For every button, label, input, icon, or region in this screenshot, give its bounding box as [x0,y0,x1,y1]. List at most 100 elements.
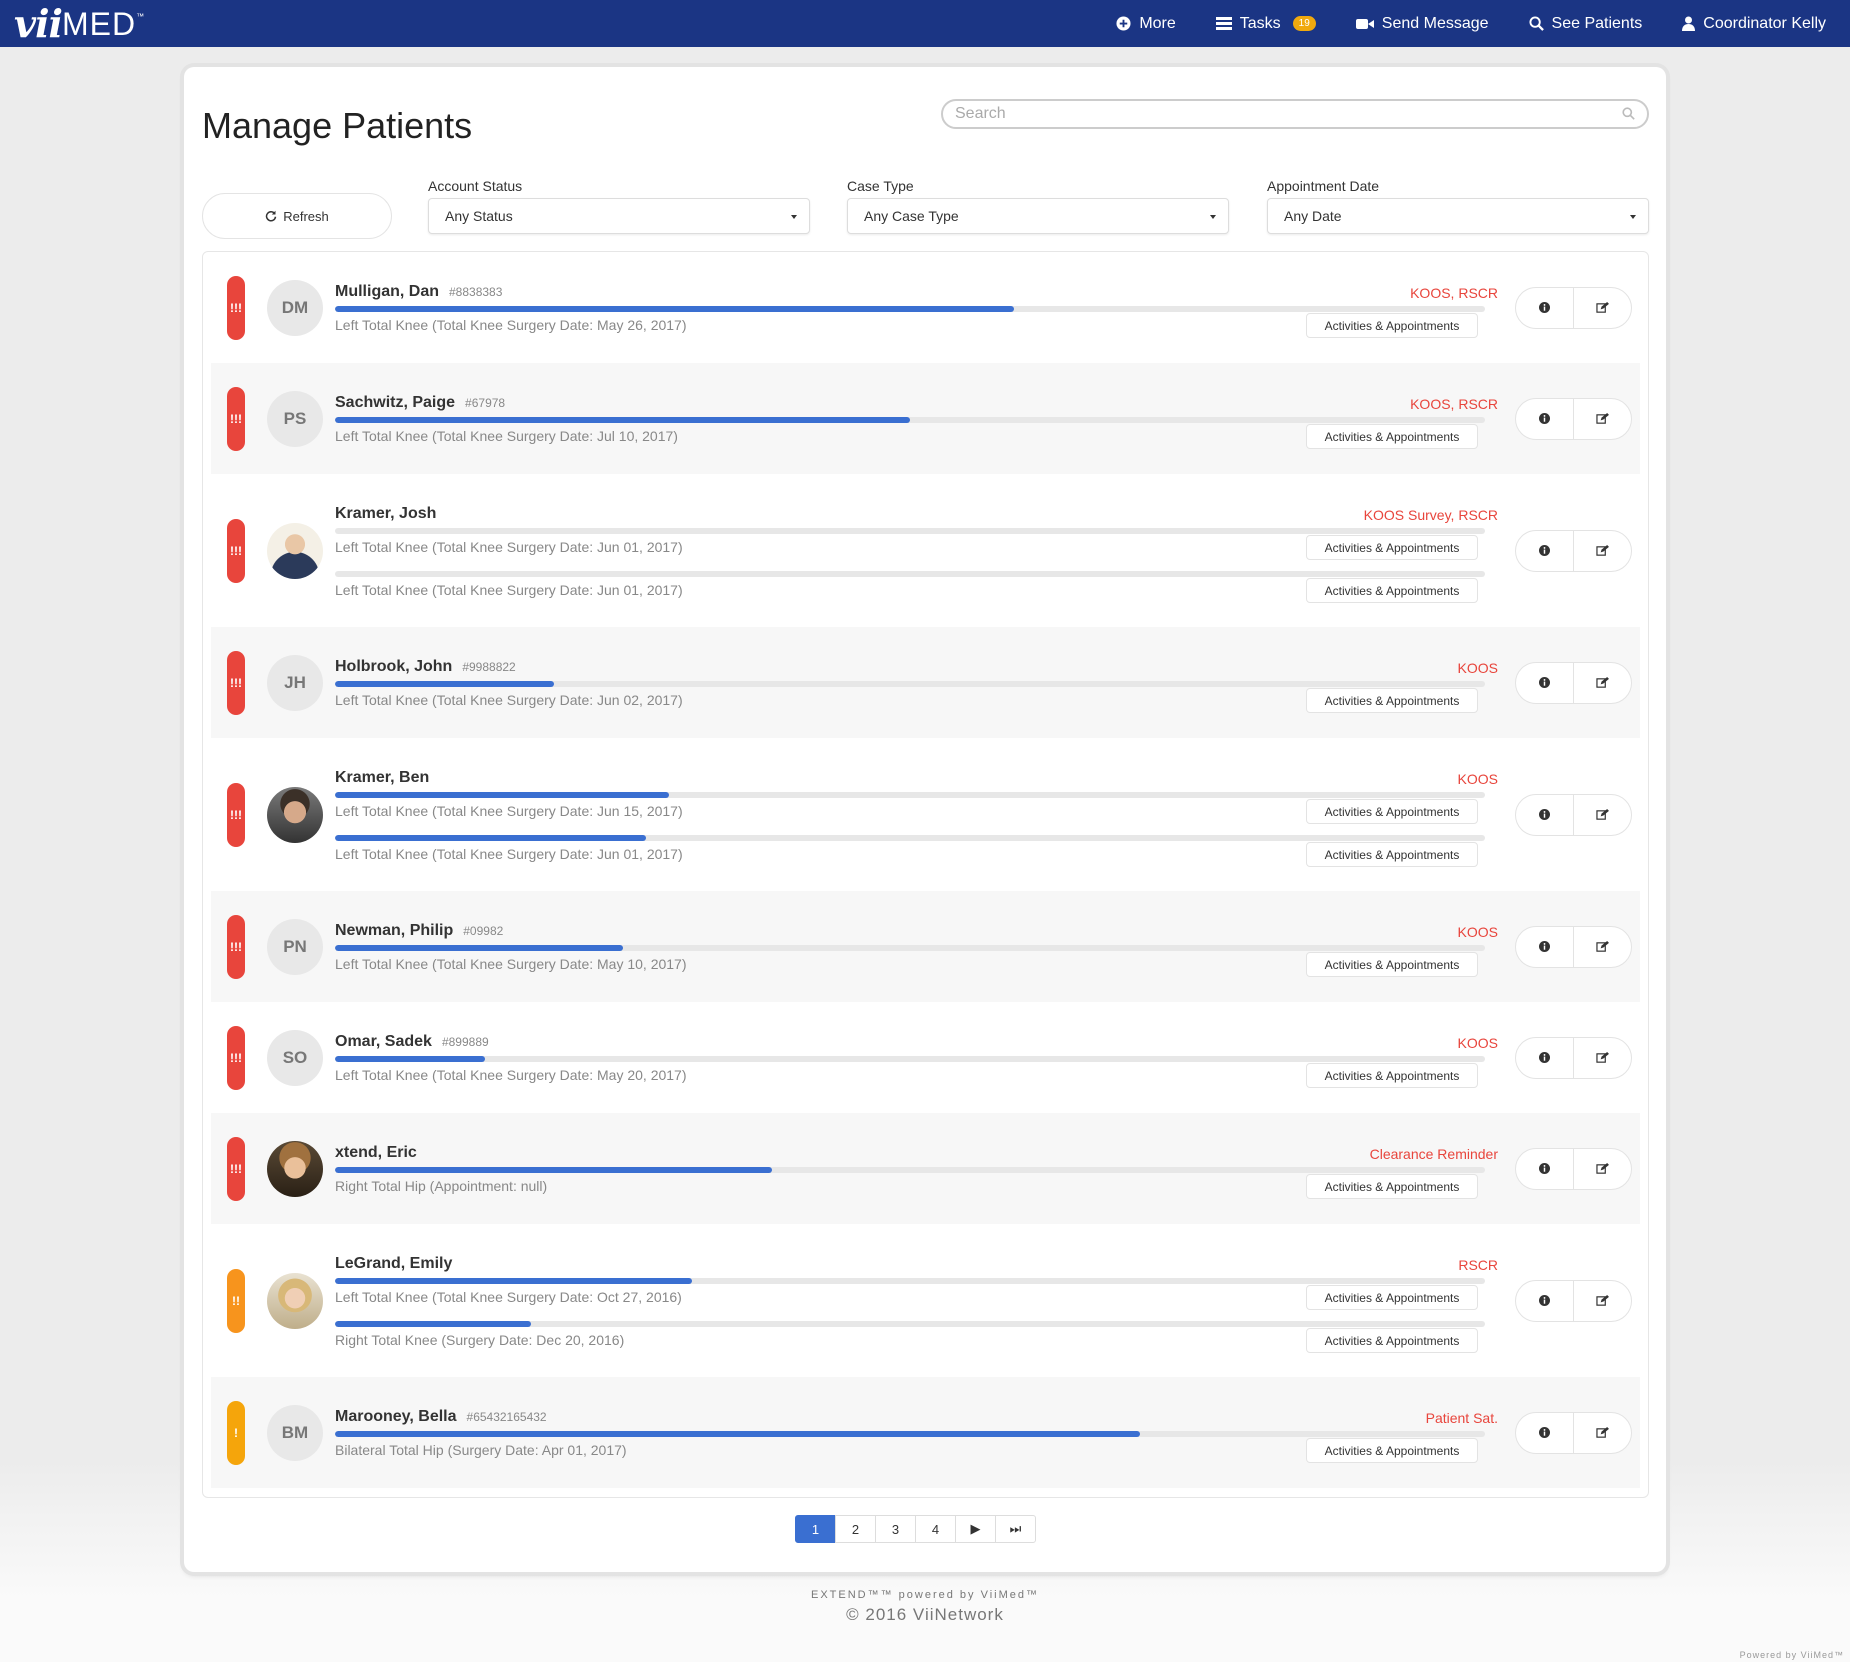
survey-tags[interactable]: KOOS Survey, RSCR [1364,507,1498,523]
survey-tags[interactable]: Clearance Reminder [1370,1146,1498,1162]
nav-user-menu[interactable]: Coordinator Kelly [1682,15,1826,33]
edit-button[interactable] [1574,1281,1631,1321]
progress-fill [335,1278,692,1284]
footer-powered: EXTEND™™ powered by ViiMed™ [810,1589,1040,1601]
patient-name[interactable]: xtend, Eric [335,1144,417,1161]
patient-name[interactable]: LeGrand, Emily [335,1255,452,1272]
patient-name[interactable]: Marooney, Bella [335,1408,457,1425]
edit-icon [1596,1162,1609,1174]
edit-button[interactable] [1574,927,1631,967]
nav-see-patients[interactable]: See Patients [1529,15,1642,33]
patient-id: #8838383 [449,285,503,299]
info-button[interactable] [1516,1412,1574,1453]
case-type-select[interactable]: Any Case Type [847,198,1229,234]
activities-appointments-button[interactable]: Activities & Appointments [1306,1063,1478,1088]
survey-tags[interactable]: KOOS [1458,924,1498,940]
caret-down-icon [1210,215,1216,219]
patient-name-line: Marooney, Bella #65432165432 [335,1408,547,1426]
edit-button[interactable] [1574,1413,1631,1453]
patient-row[interactable]: !!! PN Newman, Philip #09982 KOOS Left Total … [211,891,1640,1002]
row-action-group [1515,1036,1632,1079]
page-button-1[interactable]: 1 [795,1515,836,1543]
page-button-2[interactable]: 2 [835,1515,876,1543]
patient-row[interactable]: !!! Kramer, Ben KOOS Left Total Knee (Total… [211,738,1640,891]
info-button[interactable] [1516,926,1574,967]
edit-button[interactable] [1574,288,1631,328]
info-button[interactable] [1516,662,1574,703]
survey-tags[interactable]: KOOS [1458,771,1498,787]
avatar-initials: PN [267,918,323,975]
patient-row[interactable]: !!! xtend, Eric Clearance Reminder Right To… [211,1113,1640,1224]
survey-tags[interactable]: KOOS, RSCR [1410,396,1498,412]
edit-button[interactable] [1574,531,1631,571]
patient-name[interactable]: Omar, Sadek [335,1033,432,1050]
patient-row[interactable]: !!! PS Sachwitz, Paige #67978 KOOS, RSCR Left… [211,363,1640,474]
patient-name[interactable]: Sachwitz, Paige [335,394,455,411]
patient-row[interactable]: ! BM Marooney, Bella #65432165432 Patient Sa… [211,1377,1640,1488]
info-button[interactable] [1516,1148,1574,1189]
account-status-select[interactable]: Any Status [428,198,810,234]
activities-appointments-button[interactable]: Activities & Appointments [1306,952,1478,977]
info-button[interactable] [1516,794,1574,835]
patient-row[interactable]: !! LeGrand, Emily RSCR Left Total Knee (Tot… [211,1224,1640,1377]
last-page-icon[interactable]: ⏭ [995,1515,1036,1543]
edit-button[interactable] [1574,663,1631,703]
survey-tags[interactable]: KOOS [1458,1035,1498,1051]
patient-list: !!! DM Mulligan, Dan #8838383 KOOS, RSCR Left… [202,251,1649,1498]
patient-name[interactable]: Kramer, Josh [335,505,436,522]
activities-appointments-button[interactable]: Activities & Appointments [1306,1285,1478,1310]
patient-row[interactable]: !!! JH Holbrook, John #9988822 KOOS Left Tota… [211,627,1640,738]
info-button[interactable] [1516,1037,1574,1078]
patient-name[interactable]: Kramer, Ben [335,769,429,786]
next-page-icon[interactable]: ▶ [955,1515,996,1543]
edit-button[interactable] [1574,1149,1631,1189]
activities-appointments-button[interactable]: Activities & Appointments [1306,842,1478,867]
edit-button[interactable] [1574,795,1631,835]
edit-button[interactable] [1574,399,1631,439]
patient-name[interactable]: Holbrook, John [335,658,452,675]
nav-more[interactable]: More [1116,15,1176,33]
info-button[interactable] [1516,287,1574,328]
edit-icon [1596,808,1609,820]
patient-name-line: Kramer, Ben [335,769,429,787]
user-icon [1682,16,1696,31]
refresh-button[interactable]: Refresh [202,193,392,239]
nav-send-message[interactable]: Send Message [1355,15,1489,33]
patient-row[interactable]: !!! DM Mulligan, Dan #8838383 KOOS, RSCR Left… [211,252,1640,363]
survey-tags[interactable]: RSCR [1458,1257,1498,1273]
edit-button[interactable] [1574,1038,1631,1078]
activities-appointments-button[interactable]: Activities & Appointments [1306,313,1478,338]
logo-med-text: MED [61,6,137,42]
search-input[interactable] [941,99,1649,129]
appointment-date-select[interactable]: Any Date [1267,198,1649,234]
progress-fill [335,306,1014,312]
activities-appointments-button[interactable]: Activities & Appointments [1306,1438,1478,1463]
info-button[interactable] [1516,1280,1574,1321]
nav-tasks[interactable]: Tasks 19 [1215,15,1316,33]
patient-name[interactable]: Newman, Philip [335,922,453,939]
info-button[interactable] [1516,398,1574,439]
survey-tags[interactable]: Patient Sat. [1426,1410,1498,1426]
patient-id: #65432165432 [466,1410,547,1424]
info-button[interactable] [1516,530,1574,571]
account-status-value: Any Status [445,208,513,224]
patient-name[interactable]: Mulligan, Dan [335,283,439,300]
activities-appointments-button[interactable]: Activities & Appointments [1306,799,1478,824]
survey-tags[interactable]: KOOS [1458,660,1498,676]
page-button-4[interactable]: 4 [915,1515,956,1543]
viimed-logo[interactable]: vii MED ™ [14,4,144,44]
patient-row[interactable]: !!! Kramer, Josh KOOS Survey, RSCR Left Tot… [211,474,1640,627]
activities-appointments-button[interactable]: Activities & Appointments [1306,424,1478,449]
patient-row[interactable]: !!! SO Omar, Sadek #899889 KOOS Left Total Kn… [211,1002,1640,1113]
search-icon[interactable] [1622,107,1635,120]
activities-appointments-button[interactable]: Activities & Appointments [1306,578,1478,603]
activities-appointments-button[interactable]: Activities & Appointments [1306,535,1478,560]
account-status-label: Account Status [428,178,523,194]
activities-appointments-button[interactable]: Activities & Appointments [1306,1174,1478,1199]
case-description: Left Total Knee (Total Knee Surgery Date… [335,1289,682,1305]
page-button-3[interactable]: 3 [875,1515,916,1543]
activities-appointments-button[interactable]: Activities & Appointments [1306,688,1478,713]
alert-flag: ! [227,1400,245,1465]
activities-appointments-button[interactable]: Activities & Appointments [1306,1328,1478,1353]
survey-tags[interactable]: KOOS, RSCR [1410,285,1498,301]
